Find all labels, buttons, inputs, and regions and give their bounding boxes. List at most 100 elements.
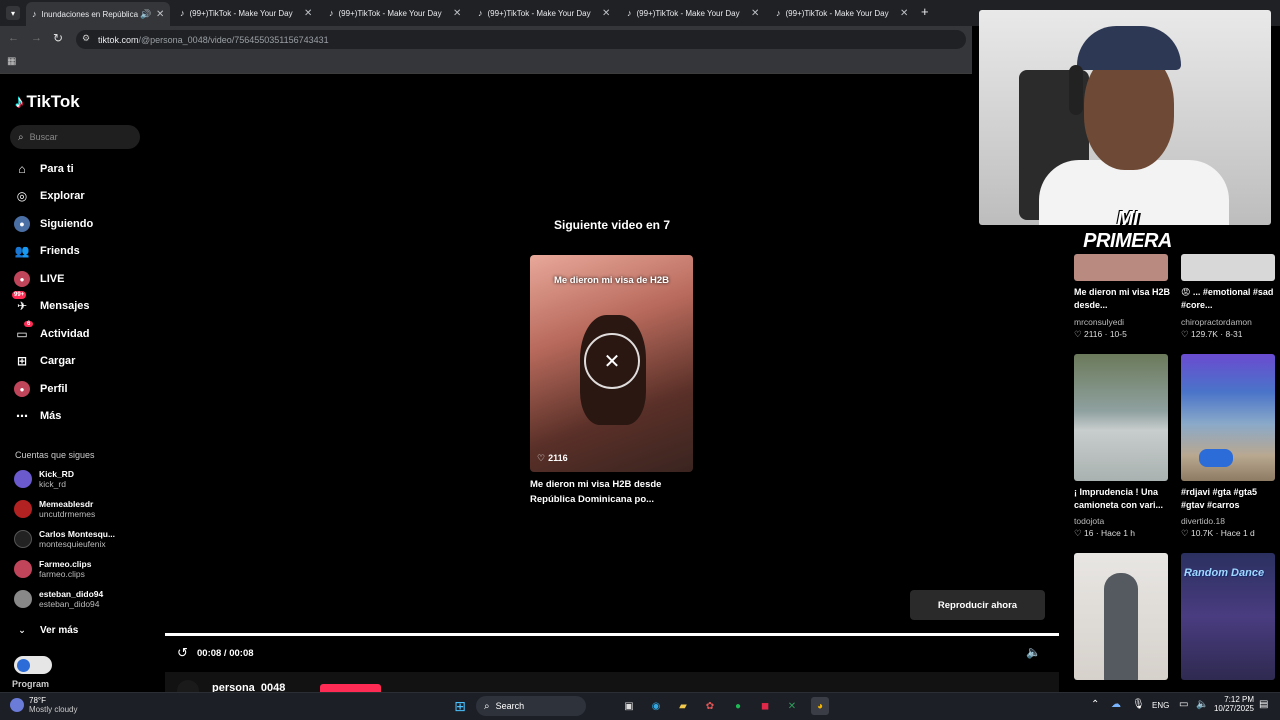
post-date: Hace 1 d — [1220, 528, 1255, 538]
nav-item-live[interactable]: ● LIVE — [14, 271, 64, 287]
nav-item-mas[interactable]: ⋯ Más — [14, 408, 61, 424]
bookmarks-bar: ▦ — [0, 52, 972, 74]
nav-item-mensajes[interactable]: ✈ 99+ Mensajes — [12, 291, 90, 314]
follow-button[interactable] — [320, 684, 381, 692]
tab-tiktok-5[interactable]: ♪ (99+)TikTok - Make Your Day ✕ — [776, 4, 916, 22]
media-app-icon[interactable]: ◼ — [756, 697, 774, 715]
following-account[interactable]: Kick_RD kick_rd — [14, 469, 74, 489]
author-name[interactable]: persona_0048 — [212, 682, 285, 692]
following-account[interactable]: Farmeo.clips farmeo.clips — [14, 559, 91, 579]
chrome-icon[interactable]: ◕ — [811, 697, 829, 715]
grid-thumb[interactable] — [1181, 354, 1275, 481]
tray-chevron-icon[interactable]: ⌃ — [1091, 699, 1099, 710]
back-icon[interactable]: ← — [8, 32, 19, 44]
grid-title[interactable]: #rdjavi #gta #gta5 #gtav #carros — [1181, 486, 1280, 512]
language-indicator[interactable]: ENG — [1152, 701, 1169, 710]
file-explorer-icon[interactable]: ▰ — [674, 697, 692, 715]
network-icon[interactable]: ▭ — [1179, 699, 1188, 710]
grid-thumb[interactable]: Random Dance — [1181, 553, 1275, 680]
onedrive-icon[interactable]: ☁ — [1111, 699, 1121, 710]
tab-active[interactable]: ♪ Inundaciones en República 🔊 ✕ — [26, 2, 170, 26]
nav-item-friends[interactable]: 👥 Friends — [14, 243, 80, 259]
progress-bar[interactable] — [165, 633, 1059, 636]
edge-icon[interactable]: ◉ — [647, 697, 665, 715]
next-video-card[interactable]: Me dieron mi visa de H2B ✕ ♡ 2116 — [530, 255, 693, 472]
clock-date: 10/27/2025 — [1213, 704, 1254, 713]
grid-title[interactable]: Me dieron mi visa H2B desde... — [1074, 286, 1174, 312]
close-tab-icon[interactable]: ✕ — [900, 8, 908, 19]
grid-thumb[interactable] — [1074, 354, 1168, 481]
search-icon: ⌕ — [18, 131, 24, 143]
apps-grid-icon[interactable]: ▦ — [7, 56, 16, 67]
close-tab-icon[interactable]: ✕ — [602, 8, 610, 19]
close-tab-icon[interactable]: ✕ — [156, 9, 164, 20]
program-toggle[interactable] — [14, 656, 52, 674]
settings-app-icon[interactable]: ✿ — [701, 697, 719, 715]
likes-count: 10.7K — [1190, 528, 1214, 538]
nav-item-actividad[interactable]: ▭ 6 Actividad — [14, 321, 90, 342]
grid-thumb[interactable] — [1074, 254, 1168, 281]
weather-widget[interactable]: 78°F Mostly cloudy — [10, 696, 77, 714]
close-tab-icon[interactable]: ✕ — [453, 8, 461, 19]
close-tab-icon[interactable]: ✕ — [751, 8, 759, 19]
tiktok-logo[interactable]: ♪ TikTok — [15, 92, 80, 112]
replay-icon[interactable]: ↺ — [177, 645, 188, 661]
forward-icon[interactable]: → — [31, 32, 42, 44]
tab-tiktok-1[interactable]: ♪ (99+)TikTok - Make Your Day ✕ — [180, 4, 320, 22]
grid-title[interactable]: ¡ Imprudencia ! Una camioneta con vari..… — [1074, 486, 1174, 512]
nav-item-explorar[interactable]: ◎ Explorar — [14, 188, 85, 204]
taskbar-search[interactable]: ⌕ Search — [476, 696, 586, 716]
compass-icon: ◎ — [16, 189, 28, 203]
address-bar[interactable]: ⚙ tiktok.com /@persona_0048/video/756455… — [76, 30, 966, 49]
notification-icon[interactable]: ▤ — [1259, 699, 1268, 710]
grid-stats: ♡ 10.7K · Hace 1 d — [1181, 528, 1255, 538]
microphone-icon[interactable]: 🎙 — [1132, 699, 1145, 710]
volume-icon[interactable]: 🔈 — [1026, 645, 1041, 659]
site-info-icon[interactable]: ⚙ — [82, 33, 90, 44]
cancel-autoplay-button[interactable]: ✕ — [584, 333, 640, 389]
grid-thumb[interactable] — [1181, 254, 1275, 281]
search-input[interactable]: ⌕ Buscar — [10, 125, 140, 149]
spotify-icon[interactable]: ● — [729, 697, 747, 715]
following-icon: ● — [14, 216, 30, 232]
tab-search-button[interactable]: ▾ — [6, 6, 20, 20]
following-account[interactable]: esteban_dido94 esteban_dido94 — [14, 589, 103, 609]
tab-tiktok-3[interactable]: ♪ (99+)TikTok - Make Your Day ✕ — [478, 4, 618, 22]
following-account[interactable]: Carlos Montesqu... montesquieufenix — [14, 529, 115, 549]
next-video-title[interactable]: Me dieron mi visa H2B desde República Do… — [530, 477, 680, 507]
close-tab-icon[interactable]: ✕ — [304, 8, 312, 19]
tab-tiktok-2[interactable]: ♪ (99+)TikTok - Make Your Day ✕ — [329, 4, 469, 22]
following-account[interactable]: Memeablesdr uncutdrmemes — [14, 499, 95, 519]
see-more-link[interactable]: ⌄ Ver más — [14, 622, 78, 638]
likes-count: 129.7K — [1190, 329, 1218, 339]
nav-label: Friends — [40, 245, 80, 257]
account-handle: kick_rd — [39, 479, 66, 489]
speaker-icon[interactable]: 🔊 — [140, 9, 151, 20]
clock[interactable]: 7:12 PM 10/27/2025 — [1210, 695, 1254, 713]
play-now-button[interactable]: Reproducir ahora — [910, 590, 1045, 620]
nav-item-perfil[interactable]: ● Perfil — [14, 381, 68, 397]
new-tab-button[interactable]: + — [921, 4, 929, 19]
account-name: esteban_dido94 — [39, 589, 104, 599]
excel-icon[interactable]: ✕ — [783, 697, 801, 715]
grid-author[interactable]: chiropractordamon — [1181, 317, 1252, 327]
volume-tray-icon[interactable]: 🔈 — [1196, 699, 1208, 710]
nav-item-cargar[interactable]: ⊞ Cargar — [14, 353, 76, 369]
grid-banner: Random Dance — [1184, 567, 1265, 579]
grid-title[interactable]: 😡 ... #emotional #sad #core... — [1181, 286, 1280, 312]
person-shape — [1104, 573, 1138, 680]
nav-label: Explorar — [40, 190, 85, 202]
tab-title: (99+)TikTok - Make Your Day — [785, 8, 889, 18]
reload-icon[interactable]: ↻ — [53, 31, 63, 45]
task-view-icon[interactable]: ▣ — [620, 697, 638, 715]
nav-item-siguiendo[interactable]: ● Siguiendo — [14, 216, 93, 232]
search-placeholder: Buscar — [29, 132, 58, 142]
tab-tiktok-4[interactable]: ♪ (99+)TikTok - Make Your Day ✕ — [627, 4, 767, 22]
grid-author[interactable]: todojota — [1074, 516, 1104, 526]
grid-thumb[interactable] — [1074, 553, 1168, 680]
nav-item-para-ti[interactable]: ⌂ Para ti — [14, 161, 73, 177]
grid-author[interactable]: mrconsulyedi — [1074, 317, 1124, 327]
windows-start-icon[interactable]: ⊞ — [451, 697, 469, 715]
upload-icon: ⊞ — [16, 354, 28, 368]
grid-author[interactable]: divertido.18 — [1181, 516, 1225, 526]
